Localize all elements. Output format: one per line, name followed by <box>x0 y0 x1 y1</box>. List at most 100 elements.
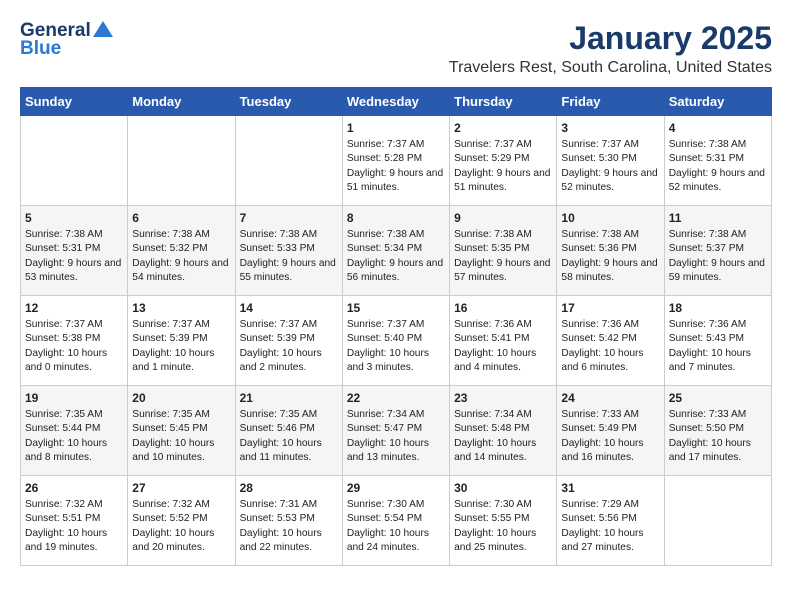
calendar-cell: 30Sunrise: 7:30 AM Sunset: 5:55 PM Dayli… <box>450 476 557 566</box>
day-info: Sunrise: 7:38 AM Sunset: 5:31 PM Dayligh… <box>25 228 123 285</box>
day-number: 16 <box>454 301 552 315</box>
calendar-cell: 5 Sunrise: 7:38 AM Sunset: 5:31 PM Daylig… <box>21 206 128 296</box>
day-number: 10 <box>561 211 659 225</box>
calendar-cell: 22 Sunrise: 7:34 AM Sunset: 5:47 PM Dayli… <box>342 386 449 476</box>
calendar-title: January 2025 <box>449 20 772 57</box>
calendar-cell: 27 Sunrise: 7:32 AM Sunset: 5:52 PM Dayli… <box>128 476 235 566</box>
weekday-header: Friday <box>557 88 664 116</box>
weekday-header: Tuesday <box>235 88 342 116</box>
day-number: 2 <box>454 121 552 135</box>
day-info: Sunrise: 7:38 AM Sunset: 5:36 PM Dayligh… <box>561 228 659 285</box>
day-info: Sunrise: 7:36 AM Sunset: 5:42 PM Dayligh… <box>561 318 659 375</box>
calendar-subtitle: Travelers Rest, South Carolina, United S… <box>449 59 772 77</box>
calendar-cell: 13 Sunrise: 7:37 AM Sunset: 5:39 PM Dayli… <box>128 296 235 386</box>
day-info: Sunrise: 7:32 AM Sunset: 5:51 PM Dayligh… <box>25 498 123 555</box>
title-block: January 2025 Travelers Rest, South Carol… <box>449 20 772 77</box>
day-number: 24 <box>561 391 659 405</box>
weekday-header: Monday <box>128 88 235 116</box>
day-number: 7 <box>240 211 338 225</box>
day-number: 29 <box>347 481 445 495</box>
calendar-cell: 23Sunrise: 7:34 AM Sunset: 5:48 PM Dayli… <box>450 386 557 476</box>
day-number: 17 <box>561 301 659 315</box>
day-info: Sunrise: 7:33 AM Sunset: 5:50 PM Dayligh… <box>669 408 767 465</box>
calendar-cell: 11 Sunrise: 7:38 AM Sunset: 5:37 PM Dayli… <box>664 206 771 296</box>
day-info: Sunrise: 7:30 AM Sunset: 5:54 PM Dayligh… <box>347 498 445 555</box>
calendar-cell: 9 Sunrise: 7:38 AM Sunset: 5:35 PM Daylig… <box>450 206 557 296</box>
day-number: 6 <box>132 211 230 225</box>
day-number: 8 <box>347 211 445 225</box>
calendar-cell: 18 Sunrise: 7:36 AM Sunset: 5:43 PM Dayli… <box>664 296 771 386</box>
calendar-cell: 7Sunrise: 7:38 AM Sunset: 5:33 PM Daylig… <box>235 206 342 296</box>
day-number: 9 <box>454 211 552 225</box>
day-info: Sunrise: 7:36 AM Sunset: 5:43 PM Dayligh… <box>669 318 767 375</box>
logo-blue: Blue <box>20 38 61 60</box>
day-info: Sunrise: 7:34 AM Sunset: 5:47 PM Dayligh… <box>347 408 445 465</box>
day-number: 30 <box>454 481 552 495</box>
calendar-week-row: 26 Sunrise: 7:32 AM Sunset: 5:51 PM Dayli… <box>21 476 772 566</box>
day-info: Sunrise: 7:36 AM Sunset: 5:41 PM Dayligh… <box>454 318 552 375</box>
logo-icon <box>93 21 113 37</box>
calendar-week-row: 19 Sunrise: 7:35 AM Sunset: 5:44 PM Dayli… <box>21 386 772 476</box>
day-number: 27 <box>132 481 230 495</box>
day-info: Sunrise: 7:37 AM Sunset: 5:28 PM Dayligh… <box>347 138 445 195</box>
calendar-cell: 2 Sunrise: 7:37 AM Sunset: 5:29 PM Daylig… <box>450 116 557 206</box>
day-number: 31 <box>561 481 659 495</box>
day-info: Sunrise: 7:37 AM Sunset: 5:30 PM Dayligh… <box>561 138 659 195</box>
calendar-cell: 25 Sunrise: 7:33 AM Sunset: 5:50 PM Dayli… <box>664 386 771 476</box>
day-number: 14 <box>240 301 338 315</box>
day-info: Sunrise: 7:37 AM Sunset: 5:39 PM Dayligh… <box>132 318 230 375</box>
day-number: 19 <box>25 391 123 405</box>
day-info: Sunrise: 7:37 AM Sunset: 5:29 PM Dayligh… <box>454 138 552 195</box>
calendar-cell: 10 Sunrise: 7:38 AM Sunset: 5:36 PM Dayli… <box>557 206 664 296</box>
calendar-table: SundayMondayTuesdayWednesdayThursdayFrid… <box>20 87 772 566</box>
calendar-week-row: 5 Sunrise: 7:38 AM Sunset: 5:31 PM Daylig… <box>21 206 772 296</box>
day-number: 12 <box>25 301 123 315</box>
day-info: Sunrise: 7:38 AM Sunset: 5:35 PM Dayligh… <box>454 228 552 285</box>
calendar-cell: 20Sunrise: 7:35 AM Sunset: 5:45 PM Dayli… <box>128 386 235 476</box>
day-number: 13 <box>132 301 230 315</box>
calendar-cell: 19 Sunrise: 7:35 AM Sunset: 5:44 PM Dayli… <box>21 386 128 476</box>
day-number: 3 <box>561 121 659 135</box>
calendar-cell: 12 Sunrise: 7:37 AM Sunset: 5:38 PM Dayli… <box>21 296 128 386</box>
calendar-cell <box>235 116 342 206</box>
day-number: 28 <box>240 481 338 495</box>
day-number: 5 <box>25 211 123 225</box>
day-info: Sunrise: 7:38 AM Sunset: 5:37 PM Dayligh… <box>669 228 767 285</box>
day-info: Sunrise: 7:32 AM Sunset: 5:52 PM Dayligh… <box>132 498 230 555</box>
day-info: Sunrise: 7:37 AM Sunset: 5:39 PM Dayligh… <box>240 318 338 375</box>
day-number: 25 <box>669 391 767 405</box>
day-number: 22 <box>347 391 445 405</box>
day-info: Sunrise: 7:37 AM Sunset: 5:38 PM Dayligh… <box>25 318 123 375</box>
day-info: Sunrise: 7:35 AM Sunset: 5:45 PM Dayligh… <box>132 408 230 465</box>
calendar-week-row: 1 Sunrise: 7:37 AM Sunset: 5:28 PM Daylig… <box>21 116 772 206</box>
day-info: Sunrise: 7:31 AM Sunset: 5:53 PM Dayligh… <box>240 498 338 555</box>
day-number: 18 <box>669 301 767 315</box>
day-number: 26 <box>25 481 123 495</box>
day-info: Sunrise: 7:33 AM Sunset: 5:49 PM Dayligh… <box>561 408 659 465</box>
calendar-cell: 4Sunrise: 7:38 AM Sunset: 5:31 PM Daylig… <box>664 116 771 206</box>
day-number: 4 <box>669 121 767 135</box>
calendar-cell: 17 Sunrise: 7:36 AM Sunset: 5:42 PM Dayli… <box>557 296 664 386</box>
page-header: General Blue January 2025 Travelers Rest… <box>20 20 772 77</box>
weekday-header: Thursday <box>450 88 557 116</box>
calendar-cell: 14 Sunrise: 7:37 AM Sunset: 5:39 PM Dayli… <box>235 296 342 386</box>
calendar-cell: 6 Sunrise: 7:38 AM Sunset: 5:32 PM Daylig… <box>128 206 235 296</box>
calendar-cell: 8Sunrise: 7:38 AM Sunset: 5:34 PM Daylig… <box>342 206 449 296</box>
day-number: 15 <box>347 301 445 315</box>
calendar-cell: 24 Sunrise: 7:33 AM Sunset: 5:49 PM Dayli… <box>557 386 664 476</box>
day-number: 21 <box>240 391 338 405</box>
weekday-header: Wednesday <box>342 88 449 116</box>
calendar-week-row: 12 Sunrise: 7:37 AM Sunset: 5:38 PM Dayli… <box>21 296 772 386</box>
logo: General Blue <box>20 20 113 60</box>
day-info: Sunrise: 7:29 AM Sunset: 5:56 PM Dayligh… <box>561 498 659 555</box>
day-number: 1 <box>347 121 445 135</box>
calendar-cell: 31 Sunrise: 7:29 AM Sunset: 5:56 PM Dayli… <box>557 476 664 566</box>
calendar-cell: 15Sunrise: 7:37 AM Sunset: 5:40 PM Dayli… <box>342 296 449 386</box>
day-info: Sunrise: 7:38 AM Sunset: 5:32 PM Dayligh… <box>132 228 230 285</box>
day-info: Sunrise: 7:35 AM Sunset: 5:46 PM Dayligh… <box>240 408 338 465</box>
day-number: 11 <box>669 211 767 225</box>
calendar-cell <box>21 116 128 206</box>
day-info: Sunrise: 7:35 AM Sunset: 5:44 PM Dayligh… <box>25 408 123 465</box>
calendar-cell: 16 Sunrise: 7:36 AM Sunset: 5:41 PM Dayli… <box>450 296 557 386</box>
calendar-cell <box>128 116 235 206</box>
